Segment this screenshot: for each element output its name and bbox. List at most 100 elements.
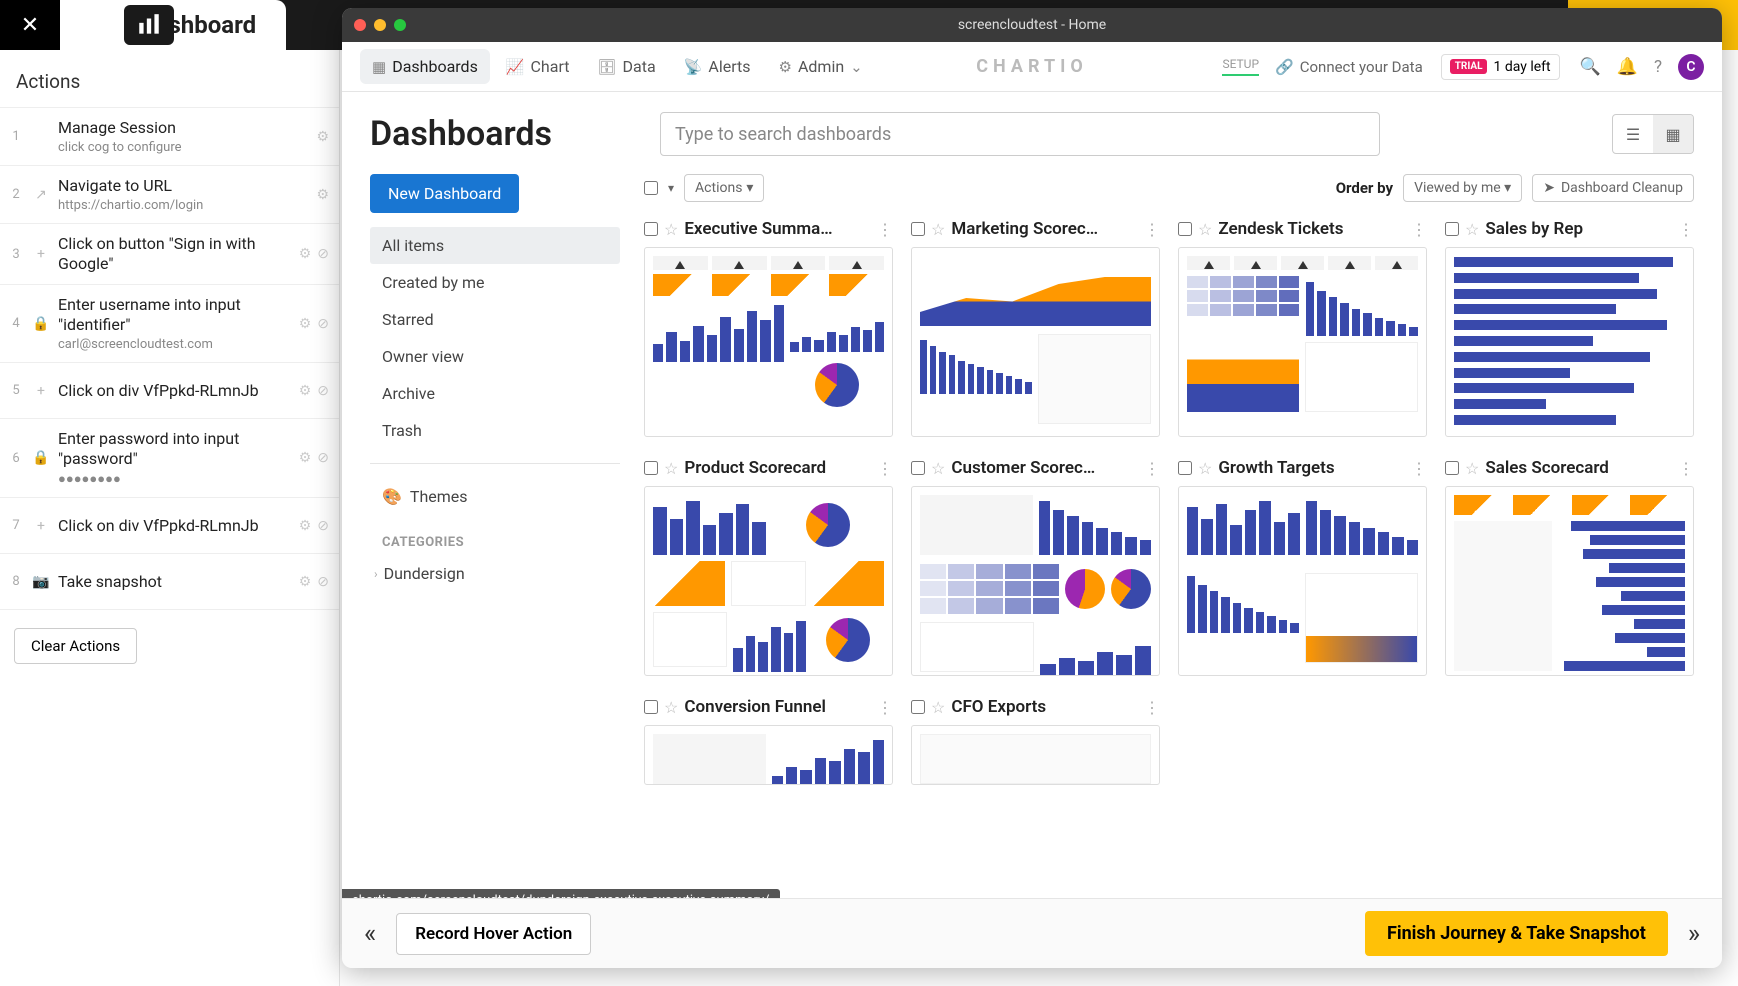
card-thumbnail[interactable] (911, 486, 1160, 676)
forward-button[interactable]: » (1688, 919, 1700, 949)
more-icon[interactable]: ⊘ (317, 246, 329, 262)
card-thumbnail[interactable] (1178, 486, 1427, 676)
card-menu-icon[interactable]: ⋮ (877, 459, 893, 478)
card-thumbnail[interactable] (911, 247, 1160, 437)
record-hover-button[interactable]: Record Hover Action (396, 913, 591, 955)
more-icon[interactable]: ⊘ (317, 450, 329, 466)
grid-view-button[interactable]: ▦ (1653, 115, 1693, 153)
select-all-checkbox[interactable] (644, 181, 658, 195)
star-icon[interactable]: ☆ (1198, 220, 1212, 239)
nav-dashboards[interactable]: ▦ Dashboards (360, 49, 490, 84)
filter-item[interactable]: Created by me (370, 264, 620, 301)
card-thumbnail[interactable] (644, 486, 893, 676)
card-checkbox[interactable] (1445, 461, 1459, 475)
card-thumbnail[interactable] (911, 725, 1160, 785)
themes-link[interactable]: 🎨 Themes (370, 478, 620, 515)
card-checkbox[interactable] (644, 700, 658, 714)
search-input[interactable]: Type to search dashboards (660, 112, 1380, 156)
gear-icon[interactable]: ⚙ (299, 574, 312, 590)
card-title[interactable]: Zendesk Tickets (1218, 219, 1405, 239)
nav-data[interactable]: 🗄 Data (586, 49, 668, 84)
window-controls[interactable] (354, 19, 406, 31)
category-item[interactable]: › Dundersign (370, 558, 620, 589)
nav-chart[interactable]: 📈 Chart (494, 49, 582, 84)
card-title[interactable]: Marketing Scorec… (951, 219, 1138, 239)
gear-icon[interactable]: ⚙ (299, 450, 312, 466)
card-thumbnail[interactable] (1445, 247, 1694, 437)
action-step[interactable]: 5 + Click on div VfPpkd-RLmnJb ⚙ ⊘ (0, 363, 339, 419)
card-menu-icon[interactable]: ⋮ (877, 220, 893, 239)
card-thumbnail[interactable] (644, 247, 893, 437)
bulk-actions-button[interactable]: Actions ▾ (684, 174, 764, 202)
card-menu-icon[interactable]: ⋮ (1411, 459, 1427, 478)
card-checkbox[interactable] (911, 222, 925, 236)
star-icon[interactable]: ☆ (664, 459, 678, 478)
back-button[interactable]: « (364, 919, 376, 949)
more-icon[interactable]: ⊘ (317, 518, 329, 534)
trial-badge[interactable]: TRIAL 1 day left (1441, 54, 1560, 80)
help-icon[interactable]: ? (1654, 57, 1662, 77)
card-checkbox[interactable] (911, 700, 925, 714)
card-title[interactable]: Conversion Funnel (684, 697, 871, 717)
action-step[interactable]: 2 ↗ Navigate to URL https://chartio.com/… (0, 166, 339, 224)
card-menu-icon[interactable]: ⋮ (1678, 220, 1694, 239)
card-title[interactable]: Growth Targets (1218, 458, 1405, 478)
gear-icon[interactable]: ⚙ (316, 129, 329, 145)
filter-item[interactable]: Starred (370, 301, 620, 338)
gear-icon[interactable]: ⚙ (316, 187, 329, 203)
action-step[interactable]: 8 📷 Take snapshot ⚙ ⊘ (0, 554, 339, 610)
action-step[interactable]: 4 🔒 Enter username into input "identifie… (0, 285, 339, 363)
gear-icon[interactable]: ⚙ (299, 518, 312, 534)
avatar[interactable]: C (1678, 54, 1704, 80)
filter-item[interactable]: Trash (370, 412, 620, 449)
card-title[interactable]: Product Scorecard (684, 458, 871, 478)
action-step[interactable]: 7 + Click on div VfPpkd-RLmnJb ⚙ ⊘ (0, 498, 339, 554)
star-icon[interactable]: ☆ (931, 698, 945, 717)
filter-item[interactable]: Archive (370, 375, 620, 412)
card-checkbox[interactable] (1445, 222, 1459, 236)
bell-icon[interactable]: 🔔 (1617, 57, 1638, 77)
filter-item[interactable]: All items (370, 227, 620, 264)
new-dashboard-button[interactable]: New Dashboard (370, 174, 519, 213)
connect-data-link[interactable]: 🔗 Connect your Data (1275, 58, 1423, 76)
card-checkbox[interactable] (644, 461, 658, 475)
select-all-dropdown[interactable]: ▾ (668, 181, 674, 195)
finish-journey-button[interactable]: Finish Journey & Take Snapshot (1365, 911, 1668, 956)
card-thumbnail[interactable] (644, 725, 893, 785)
search-icon[interactable]: 🔍 (1580, 57, 1601, 77)
minimize-window-icon[interactable] (374, 19, 386, 31)
card-title[interactable]: Sales Scorecard (1485, 458, 1672, 478)
close-icon[interactable]: ✕ (0, 0, 60, 50)
card-menu-icon[interactable]: ⋮ (877, 698, 893, 717)
card-menu-icon[interactable]: ⋮ (1411, 220, 1427, 239)
star-icon[interactable]: ☆ (931, 220, 945, 239)
gear-icon[interactable]: ⚙ (299, 246, 312, 262)
setup-link[interactable]: SETUP (1222, 57, 1259, 76)
dashboard-cleanup-button[interactable]: ➤ Dashboard Cleanup (1532, 174, 1694, 202)
card-checkbox[interactable] (1178, 461, 1192, 475)
star-icon[interactable]: ☆ (1465, 220, 1479, 239)
maximize-window-icon[interactable] (394, 19, 406, 31)
star-icon[interactable]: ☆ (1198, 459, 1212, 478)
list-view-button[interactable]: ☰ (1613, 115, 1653, 153)
nav-admin[interactable]: ⚙ Admin ⌄ (767, 49, 875, 84)
star-icon[interactable]: ☆ (664, 698, 678, 717)
card-menu-icon[interactable]: ⋮ (1678, 459, 1694, 478)
nav-alerts[interactable]: 📡 Alerts (672, 49, 763, 84)
clear-actions-button[interactable]: Clear Actions (14, 628, 137, 664)
more-icon[interactable]: ⊘ (317, 574, 329, 590)
card-checkbox[interactable] (1178, 222, 1192, 236)
card-checkbox[interactable] (644, 222, 658, 236)
filter-item[interactable]: Owner view (370, 338, 620, 375)
action-step[interactable]: 3 + Click on button "Sign in with Google… (0, 224, 339, 285)
card-menu-icon[interactable]: ⋮ (1144, 220, 1160, 239)
card-menu-icon[interactable]: ⋮ (1144, 698, 1160, 717)
action-step[interactable]: 6 🔒 Enter password into input "password"… (0, 419, 339, 498)
star-icon[interactable]: ☆ (1465, 459, 1479, 478)
star-icon[interactable]: ☆ (664, 220, 678, 239)
more-icon[interactable]: ⊘ (317, 383, 329, 399)
card-title[interactable]: Customer Scorec… (951, 458, 1138, 478)
gear-icon[interactable]: ⚙ (299, 316, 312, 332)
order-by-dropdown[interactable]: Viewed by me ▾ (1403, 174, 1522, 202)
card-title[interactable]: CFO Exports (951, 697, 1138, 717)
